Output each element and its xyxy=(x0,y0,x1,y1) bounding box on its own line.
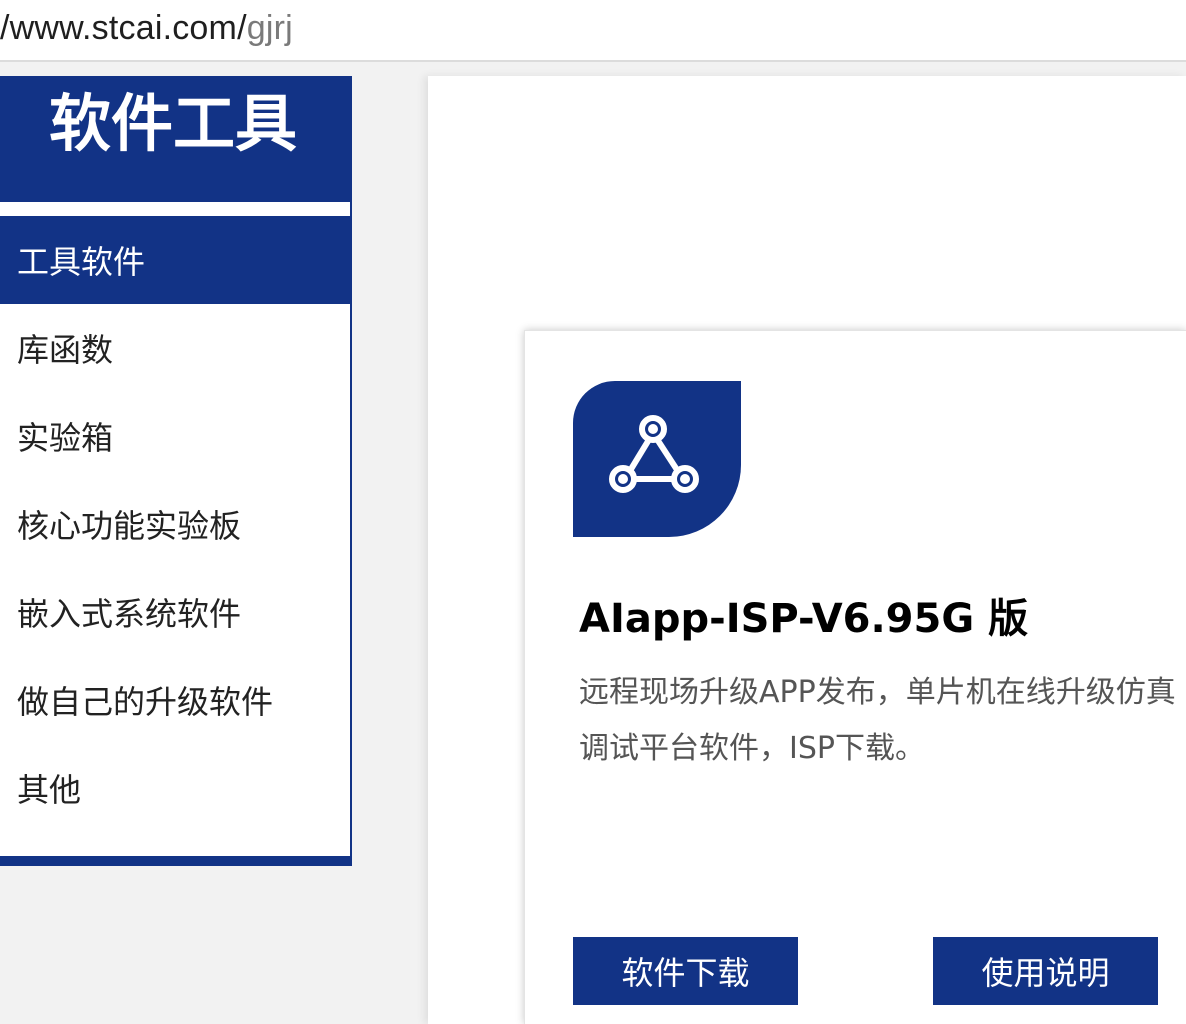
sidebar-item-custom-upgrade[interactable]: 做自己的升级软件 xyxy=(0,656,350,744)
sidebar-item-tool-software[interactable]: 工具软件 xyxy=(0,216,350,304)
sidebar-divider xyxy=(0,202,350,216)
sidebar-header: 软件工具 xyxy=(0,76,352,202)
sidebar-item-label: 核心功能实验板 xyxy=(17,507,242,545)
sidebar-item-lab-box[interactable]: 实验箱 xyxy=(0,392,350,480)
sidebar-item-label: 做自己的升级软件 xyxy=(17,683,274,721)
url-text[interactable]: /www.stcai.com/gjrj xyxy=(0,6,293,50)
share-nodes-icon xyxy=(609,415,699,493)
sidebar-item-library[interactable]: 库函数 xyxy=(0,304,350,392)
software-download-button[interactable]: 软件下载 xyxy=(573,937,798,1005)
sidebar-nav: 工具软件 库函数 实验箱 核心功能实验板 嵌入式系统软件 做自己的升级软件 其他 xyxy=(0,216,350,832)
sidebar-item-other[interactable]: 其他 xyxy=(0,744,350,832)
sidebar-item-label: 实验箱 xyxy=(17,419,114,457)
sidebar-footer-bar xyxy=(0,856,352,866)
sidebar-item-label: 嵌入式系统软件 xyxy=(17,595,242,633)
product-title: AIapp-ISP-V6.95G 版 xyxy=(579,596,1029,642)
user-manual-button[interactable]: 使用说明 xyxy=(933,937,1158,1005)
url-path: gjrj xyxy=(246,9,293,47)
app-icon xyxy=(573,381,741,537)
sidebar-item-core-board[interactable]: 核心功能实验板 xyxy=(0,480,350,568)
url-host: /www.stcai.com/ xyxy=(0,9,247,47)
sidebar-item-embedded-software[interactable]: 嵌入式系统软件 xyxy=(0,568,350,656)
sidebar-item-label: 库函数 xyxy=(17,331,114,369)
product-description: 远程现场升级APP发布，单片机在线升级仿真调试平台软件，ISP下载。 xyxy=(579,675,1176,766)
product-card: AIapp-ISP-V6.95G 版 远程现场升级APP发布，单片机在线升级仿真… xyxy=(524,330,1186,1024)
sidebar-item-label: 工具软件 xyxy=(17,243,146,281)
sidebar-title: 软件工具 xyxy=(48,87,297,160)
sidebar: 软件工具 工具软件 库函数 实验箱 核心功能实验板 嵌入式系统软件 做自己的升级… xyxy=(0,76,352,866)
address-bar[interactable]: /www.stcai.com/gjrj xyxy=(0,0,1186,62)
sidebar-item-label: 其他 xyxy=(17,771,82,809)
